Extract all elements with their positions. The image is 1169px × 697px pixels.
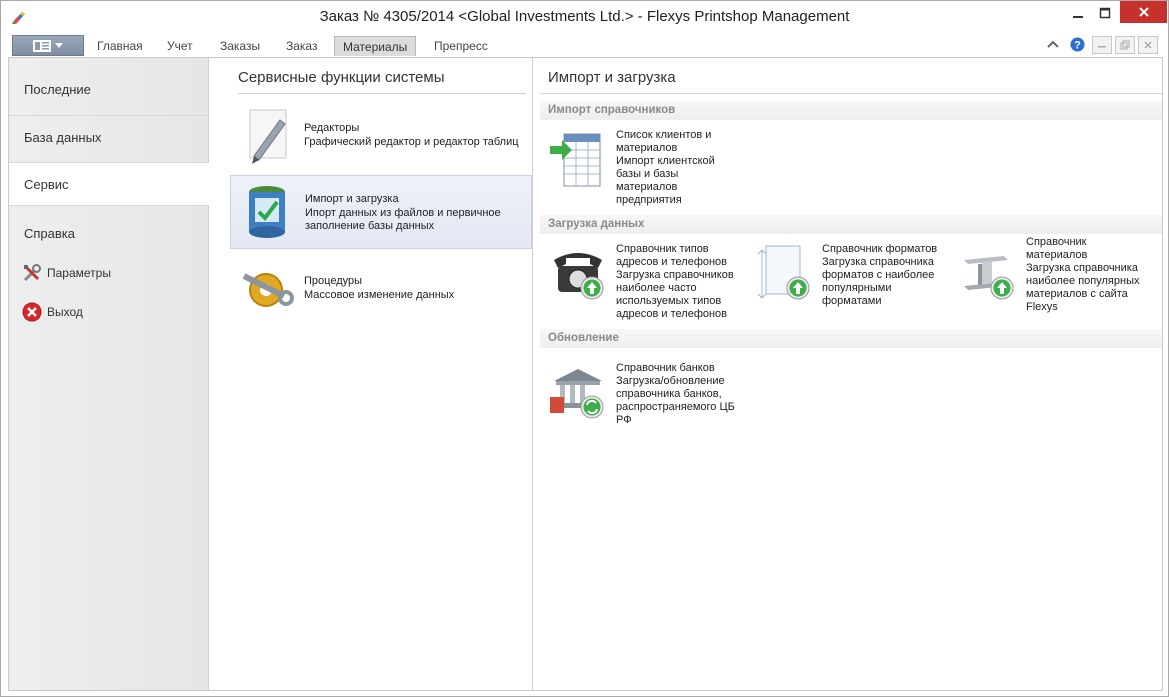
- ribbon-tabs: Главная Учет Заказы Заказ Материалы Преп…: [1, 34, 1168, 56]
- clients-desc-2: базы и базы: [616, 168, 679, 180]
- section-header-update: Обновление: [540, 329, 1162, 348]
- backstage-frame: Последние База данных Сервис Справка Пар…: [8, 57, 1163, 691]
- import-formats[interactable]: Справочник форматов Загрузка справочника…: [754, 242, 954, 322]
- import-panel: Импорт и загрузка Импорт справочников Сп…: [534, 58, 1162, 690]
- maximize-icon: [1099, 7, 1111, 19]
- service-editors[interactable]: Редакторы Графический редактор и редакто…: [230, 100, 532, 174]
- database-import-icon: [249, 186, 285, 238]
- close-icon: [1138, 7, 1149, 17]
- close-window-button[interactable]: [1120, 1, 1167, 23]
- tab-home[interactable]: Главная: [89, 36, 151, 56]
- nav-item-recent[interactable]: Последние: [9, 67, 208, 111]
- service-import-desc-line2: заполнение базы данных: [305, 220, 435, 232]
- app-menu-icon: [33, 39, 51, 52]
- nav-item-service[interactable]: Сервис: [9, 162, 209, 206]
- svg-text:?: ?: [1074, 40, 1081, 52]
- service-editors-desc: Графический редактор и редактор таблиц: [304, 135, 519, 148]
- import-title: Импорт и загрузка: [548, 69, 676, 86]
- mdi-close-button[interactable]: [1138, 36, 1158, 54]
- materials-title-1: Справочник: [1026, 236, 1087, 248]
- service-procedures-desc: Массовое изменение данных: [304, 288, 455, 301]
- formats-title-1: Справочник форматов: [822, 243, 938, 255]
- tab-orders[interactable]: Заказы: [212, 36, 268, 56]
- tab-order[interactable]: Заказ: [278, 36, 325, 56]
- services-divider: [238, 93, 526, 94]
- phones-title-1: Справочник типов: [616, 243, 709, 255]
- services-title: Сервисные функции системы: [238, 69, 445, 86]
- materials-desc-1: Загрузка справочника: [1026, 262, 1138, 274]
- parameters-button[interactable]: Параметры: [22, 263, 111, 283]
- restore-icon: [1120, 40, 1130, 50]
- mdi-minimize-button[interactable]: [1092, 36, 1112, 54]
- clients-desc-4: предприятия: [616, 194, 682, 206]
- mdi-restore-button[interactable]: [1115, 36, 1135, 54]
- phones-desc-4: адресов и телефонов: [616, 308, 728, 320]
- minimize-icon: [1098, 46, 1106, 48]
- close-icon: [1144, 41, 1152, 49]
- banks-desc-3: распространяемого ЦБ: [616, 401, 735, 413]
- formats-desc-3: популярными: [822, 282, 892, 294]
- tab-materials[interactable]: Материалы: [334, 36, 417, 56]
- clients-desc-3: материалов: [616, 181, 678, 193]
- paper-format-upload-icon: [757, 245, 810, 300]
- clients-desc-1: Импорт клиентской: [616, 155, 715, 167]
- exit-icon: [22, 302, 42, 322]
- banks-desc-1: Загрузка/обновление: [616, 375, 725, 387]
- tools-icon: [23, 264, 41, 282]
- steel-beam-upload-icon: [964, 256, 1014, 300]
- window-title: Заказ № 4305/2014 <Global Investments Lt…: [319, 8, 850, 25]
- phones-desc-3: используемых типов: [616, 295, 722, 307]
- spreadsheet-import-icon: [550, 133, 601, 187]
- formats-desc-2: форматов с наиболее: [822, 269, 935, 281]
- nav-item-database[interactable]: База данных: [9, 115, 208, 159]
- banks-title-1: Справочник банков: [616, 362, 715, 374]
- phones-desc-1: Загрузка справочников: [616, 269, 734, 281]
- exit-button[interactable]: Выход: [22, 302, 83, 322]
- help-icon[interactable]: ?: [1070, 37, 1085, 52]
- import-banks[interactable]: Справочник банков Загрузка/обновление сп…: [548, 361, 748, 441]
- left-navigation: Последние База данных Сервис Справка Пар…: [9, 58, 209, 690]
- collapse-ribbon-icon[interactable]: [1046, 39, 1060, 49]
- materials-desc-2: наиболее популярных: [1026, 275, 1140, 287]
- section-header-data-load: Загрузка данных: [540, 215, 1162, 234]
- parameters-label: Параметры: [47, 266, 111, 280]
- clients-title-2: материалов: [616, 142, 678, 154]
- service-procedures-title: Процедуры: [304, 275, 363, 287]
- minimize-icon: [1073, 16, 1083, 18]
- title-bar: Заказ № 4305/2014 <Global Investments Lt…: [1, 1, 1168, 34]
- phones-title-2: адресов и телефонов: [616, 256, 728, 268]
- banks-desc-2: справочника банков,: [616, 388, 722, 400]
- tab-accounting[interactable]: Учет: [159, 36, 201, 56]
- service-import-title: Импорт и загрузка: [305, 193, 399, 205]
- service-editors-title: Редакторы: [304, 122, 360, 134]
- exit-label: Выход: [47, 305, 83, 319]
- section-header-import-dicts: Импорт справочников: [540, 101, 1162, 120]
- import-materials[interactable]: Справочник материалов Загрузка справочни…: [958, 236, 1158, 322]
- app-menu-button[interactable]: [12, 35, 84, 56]
- app-window: Заказ № 4305/2014 <Global Investments Lt…: [0, 0, 1169, 697]
- materials-desc-3: материалов с сайта: [1026, 288, 1128, 300]
- nav-item-help[interactable]: Справка: [9, 211, 208, 255]
- service-import-desc-line1: Ипорт данных из файлов и первичное: [305, 206, 501, 219]
- tab-prepress[interactable]: Препресс: [426, 36, 496, 56]
- telephone-upload-icon: [554, 253, 604, 300]
- gear-wrench-icon: [242, 273, 294, 307]
- service-procedures[interactable]: Процедуры Массовое изменение данных: [230, 250, 532, 324]
- phones-desc-2: наиболее часто: [616, 282, 697, 294]
- banks-desc-4: РФ: [616, 414, 632, 426]
- import-clients-materials[interactable]: Список клиентов и материалов Импорт клие…: [548, 128, 748, 208]
- editor-pencil-icon: [249, 109, 287, 164]
- materials-title-2: материалов: [1026, 249, 1088, 261]
- import-divider: [540, 93, 1162, 94]
- services-panel: Сервисные функции системы Редакторы Граф…: [210, 58, 533, 690]
- formats-desc-1: Загрузка справочника: [822, 256, 934, 268]
- bank-refresh-icon: [550, 369, 604, 419]
- materials-desc-4: Flexys: [1026, 301, 1058, 313]
- clients-title-1: Список клиентов и: [616, 129, 712, 141]
- formats-desc-4: форматами: [822, 295, 882, 307]
- maximize-button[interactable]: [1088, 1, 1122, 25]
- import-address-phone-types[interactable]: Справочник типов адресов и телефонов Заг…: [548, 242, 748, 322]
- service-import[interactable]: Импорт и загрузка Ипорт данных из файлов…: [230, 175, 532, 249]
- chevron-down-icon: [55, 42, 63, 48]
